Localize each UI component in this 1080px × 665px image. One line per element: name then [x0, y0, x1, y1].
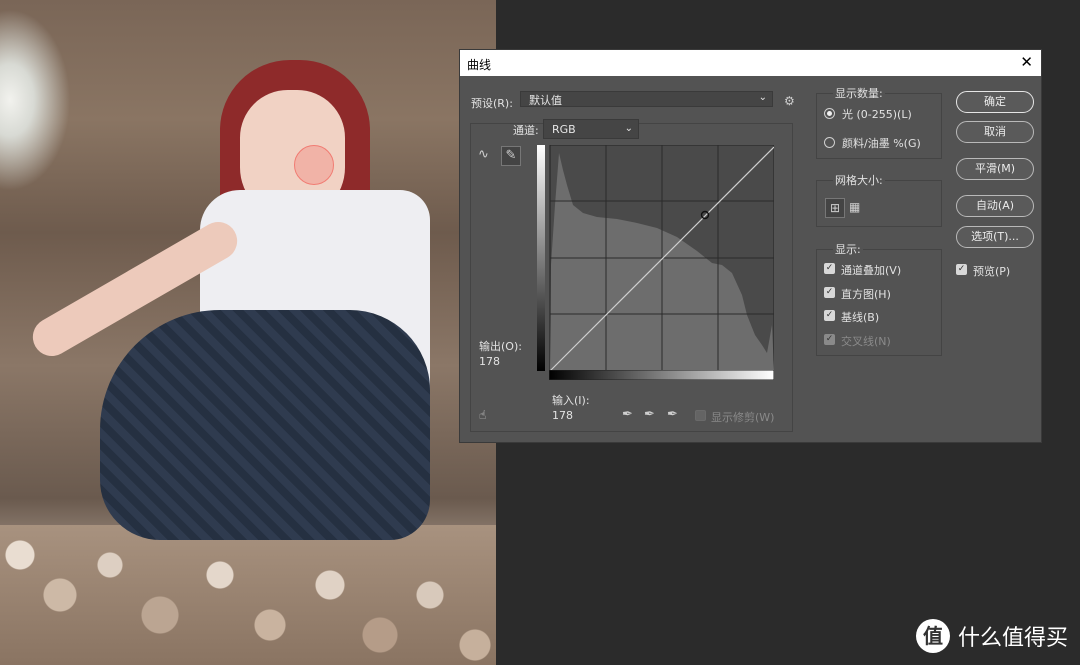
histogram-checkbox[interactable]: ✓	[824, 287, 835, 298]
pigment-radio[interactable]	[824, 137, 835, 148]
simple-grid-icon[interactable]: ⊞	[825, 198, 845, 218]
auto-button[interactable]: 自动(A)	[956, 195, 1034, 217]
preset-select[interactable]: 默认值 ⌄	[520, 91, 773, 107]
chevron-down-icon: ⌄	[624, 123, 633, 134]
skirt	[100, 310, 430, 540]
background-photo	[0, 0, 496, 665]
watermark-logo: 值 什么值得买	[915, 619, 1068, 653]
white-eyedropper-icon[interactable]: ✒	[667, 407, 678, 422]
show-clipping-checkbox[interactable]	[695, 410, 706, 421]
input-label: 输入(I):	[552, 394, 590, 407]
watermark-mark: 值	[915, 619, 950, 653]
light-label: 光 (0-255)(L)	[842, 108, 912, 121]
dialog-title: 曲线	[467, 58, 492, 72]
output-value: 178	[479, 355, 500, 368]
watermark-text: 什么值得买	[957, 626, 1068, 651]
curve-graph[interactable]	[537, 145, 774, 382]
preset-value: 默认值	[529, 94, 562, 107]
smooth-button[interactable]: 平滑(M)	[956, 158, 1034, 180]
display-amount-title: 显示数量:	[833, 85, 885, 101]
curves-dialog: 曲线 ✕ 预设(R): 默认值 ⌄ ⚙ 通道: RGB ⌄ ∿ ✎ 输出(O):	[459, 49, 1042, 443]
options-button[interactable]: 选项(T)...	[956, 226, 1034, 248]
pigment-label: 颜料/油墨 %(G)	[842, 137, 921, 150]
channel-overlays-checkbox[interactable]: ✓	[824, 263, 835, 274]
preview-label: 预览(P)	[973, 265, 1011, 278]
ok-button[interactable]: 确定	[956, 91, 1034, 113]
preset-label: 预设(R):	[471, 97, 513, 110]
model-figure	[25, 60, 440, 580]
detailed-grid-icon[interactable]: ▦	[849, 200, 860, 214]
grid-size-title: 网格大小:	[833, 172, 885, 188]
curve-point-tool-icon[interactable]: ∿	[478, 147, 489, 162]
intersection-label: 交叉线(N)	[841, 335, 891, 348]
show-clipping-label: 显示修剪(W)	[711, 411, 775, 424]
output-label: 输出(O):	[479, 340, 522, 353]
histogram-label: 直方图(H)	[841, 288, 891, 301]
gray-eyedropper-icon[interactable]: ✒	[644, 407, 655, 422]
preview-checkbox[interactable]: ✓	[956, 264, 967, 275]
gear-icon[interactable]: ⚙	[784, 94, 795, 108]
baseline-label: 基线(B)	[841, 311, 880, 324]
target-adjust-icon[interactable]: ☝	[479, 408, 486, 422]
light-radio[interactable]	[824, 108, 835, 119]
dialog-titlebar: 曲线 ✕	[460, 50, 1041, 76]
cancel-button[interactable]: 取消	[956, 121, 1034, 143]
baseline-checkbox[interactable]: ✓	[824, 310, 835, 321]
channel-label: 通道:	[513, 124, 539, 137]
output-gradient	[537, 145, 545, 371]
show-title: 显示:	[833, 241, 863, 257]
chevron-down-icon: ⌄	[758, 92, 767, 103]
input-gradient	[549, 370, 774, 380]
channel-value: RGB	[552, 123, 576, 136]
channel-select[interactable]: RGB ⌄	[543, 119, 639, 139]
black-eyedropper-icon[interactable]: ✒	[622, 407, 633, 422]
close-icon[interactable]: ✕	[1020, 53, 1033, 71]
pencil-icon[interactable]: ✎	[501, 146, 521, 166]
channel-overlays-label: 通道叠加(V)	[841, 264, 902, 277]
intersection-checkbox[interactable]: ✓	[824, 334, 835, 345]
input-value: 178	[552, 409, 573, 422]
sample-marker	[294, 145, 334, 185]
